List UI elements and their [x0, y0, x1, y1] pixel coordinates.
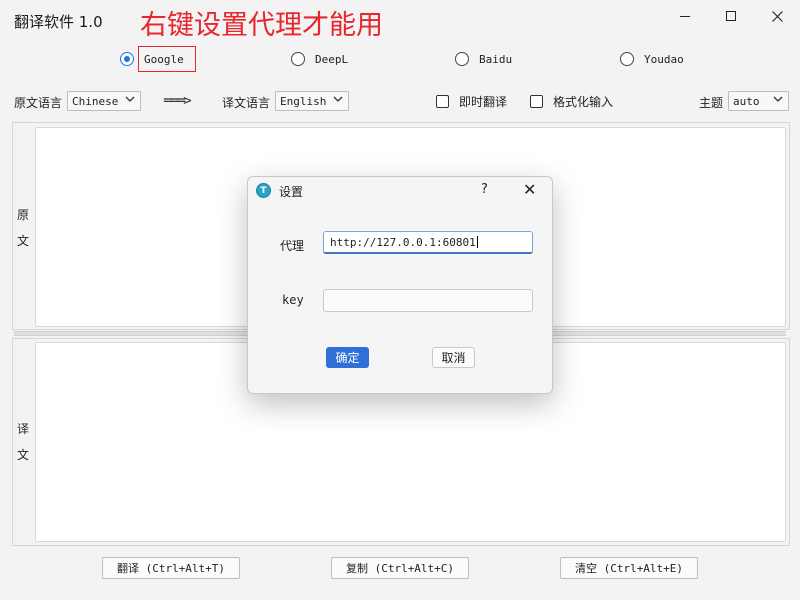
theme-select[interactable]: auto: [728, 91, 789, 111]
chevron-down-icon: [773, 94, 783, 107]
engine-label-deepl: DeepL: [315, 52, 349, 66]
theme-label: 主题: [699, 96, 724, 110]
title-bar: 翻译软件 1.0 右键设置代理才能用: [0, 0, 800, 39]
target-language-value: English: [280, 94, 327, 108]
source-side-label-2: 文: [17, 234, 30, 248]
key-label: key: [282, 293, 304, 307]
radio-selected-icon: [120, 52, 134, 66]
text-caret: [476, 236, 478, 248]
source-side-label-1: 原: [17, 208, 30, 222]
target-language-label: 译文语言: [222, 96, 271, 110]
help-button[interactable]: ?: [481, 182, 488, 197]
maximize-button[interactable]: [708, 0, 754, 32]
source-language-select[interactable]: Chinese: [67, 91, 141, 111]
engine-radio-baidu[interactable]: Baidu: [455, 50, 512, 68]
clear-button[interactable]: 清空 (Ctrl+Alt+E): [560, 557, 698, 579]
engine-radio-youdao[interactable]: Youdao: [620, 50, 684, 68]
proxy-input-value: http://127.0.0.1:60801: [330, 236, 476, 249]
app-logo-icon: T: [256, 183, 271, 198]
engine-label-baidu: Baidu: [479, 52, 513, 66]
radio-icon: [291, 52, 305, 66]
checkbox-icon: [530, 95, 543, 108]
proxy-input[interactable]: http://127.0.0.1:60801: [323, 231, 533, 254]
translate-button[interactable]: 翻译 (Ctrl+Alt+T): [102, 557, 240, 579]
minimize-button[interactable]: [662, 0, 708, 32]
close-icon: [771, 10, 783, 22]
proxy-label: 代理: [280, 239, 305, 253]
dialog-title: 设置: [279, 185, 304, 199]
copy-button[interactable]: 复制 (Ctrl+Alt+C): [331, 557, 469, 579]
engine-label-youdao: Youdao: [644, 52, 684, 66]
source-language-label: 原文语言: [14, 96, 63, 110]
radio-icon: [620, 52, 634, 66]
formatted-input-checkbox[interactable]: 格式化输入: [530, 93, 613, 110]
minimize-icon: [680, 15, 690, 17]
theme-value: auto: [733, 94, 760, 108]
formatted-input-label: 格式化输入: [553, 95, 614, 109]
dialog-close-button[interactable]: ✕: [523, 180, 536, 199]
source-language-value: Chinese: [72, 94, 119, 108]
arrow-icon: ═══>: [164, 93, 192, 109]
instant-translate-checkbox[interactable]: 即时翻译: [436, 93, 507, 110]
key-input[interactable]: [323, 289, 533, 312]
target-language-select[interactable]: English: [275, 91, 349, 111]
window-title: 翻译软件 1.0: [14, 13, 103, 31]
target-side-label-1: 译: [17, 422, 30, 436]
target-side-label-2: 文: [17, 448, 30, 462]
checkbox-icon: [436, 95, 449, 108]
close-window-button[interactable]: [754, 0, 800, 32]
annotation-text: 右键设置代理才能用: [140, 10, 383, 41]
maximize-icon: [726, 11, 736, 21]
engine-radio-google[interactable]: Google: [120, 50, 184, 68]
engine-label-google: Google: [144, 52, 184, 66]
chevron-down-icon: [125, 94, 135, 107]
ok-button[interactable]: 确定: [326, 347, 369, 368]
settings-dialog: T 设置 ? ✕ 代理 http://127.0.0.1:60801 key 确…: [247, 176, 553, 394]
chevron-down-icon: [333, 94, 343, 107]
radio-icon: [455, 52, 469, 66]
cancel-button[interactable]: 取消: [432, 347, 475, 368]
engine-radio-deepl[interactable]: DeepL: [291, 50, 348, 68]
instant-translate-label: 即时翻译: [459, 95, 508, 109]
